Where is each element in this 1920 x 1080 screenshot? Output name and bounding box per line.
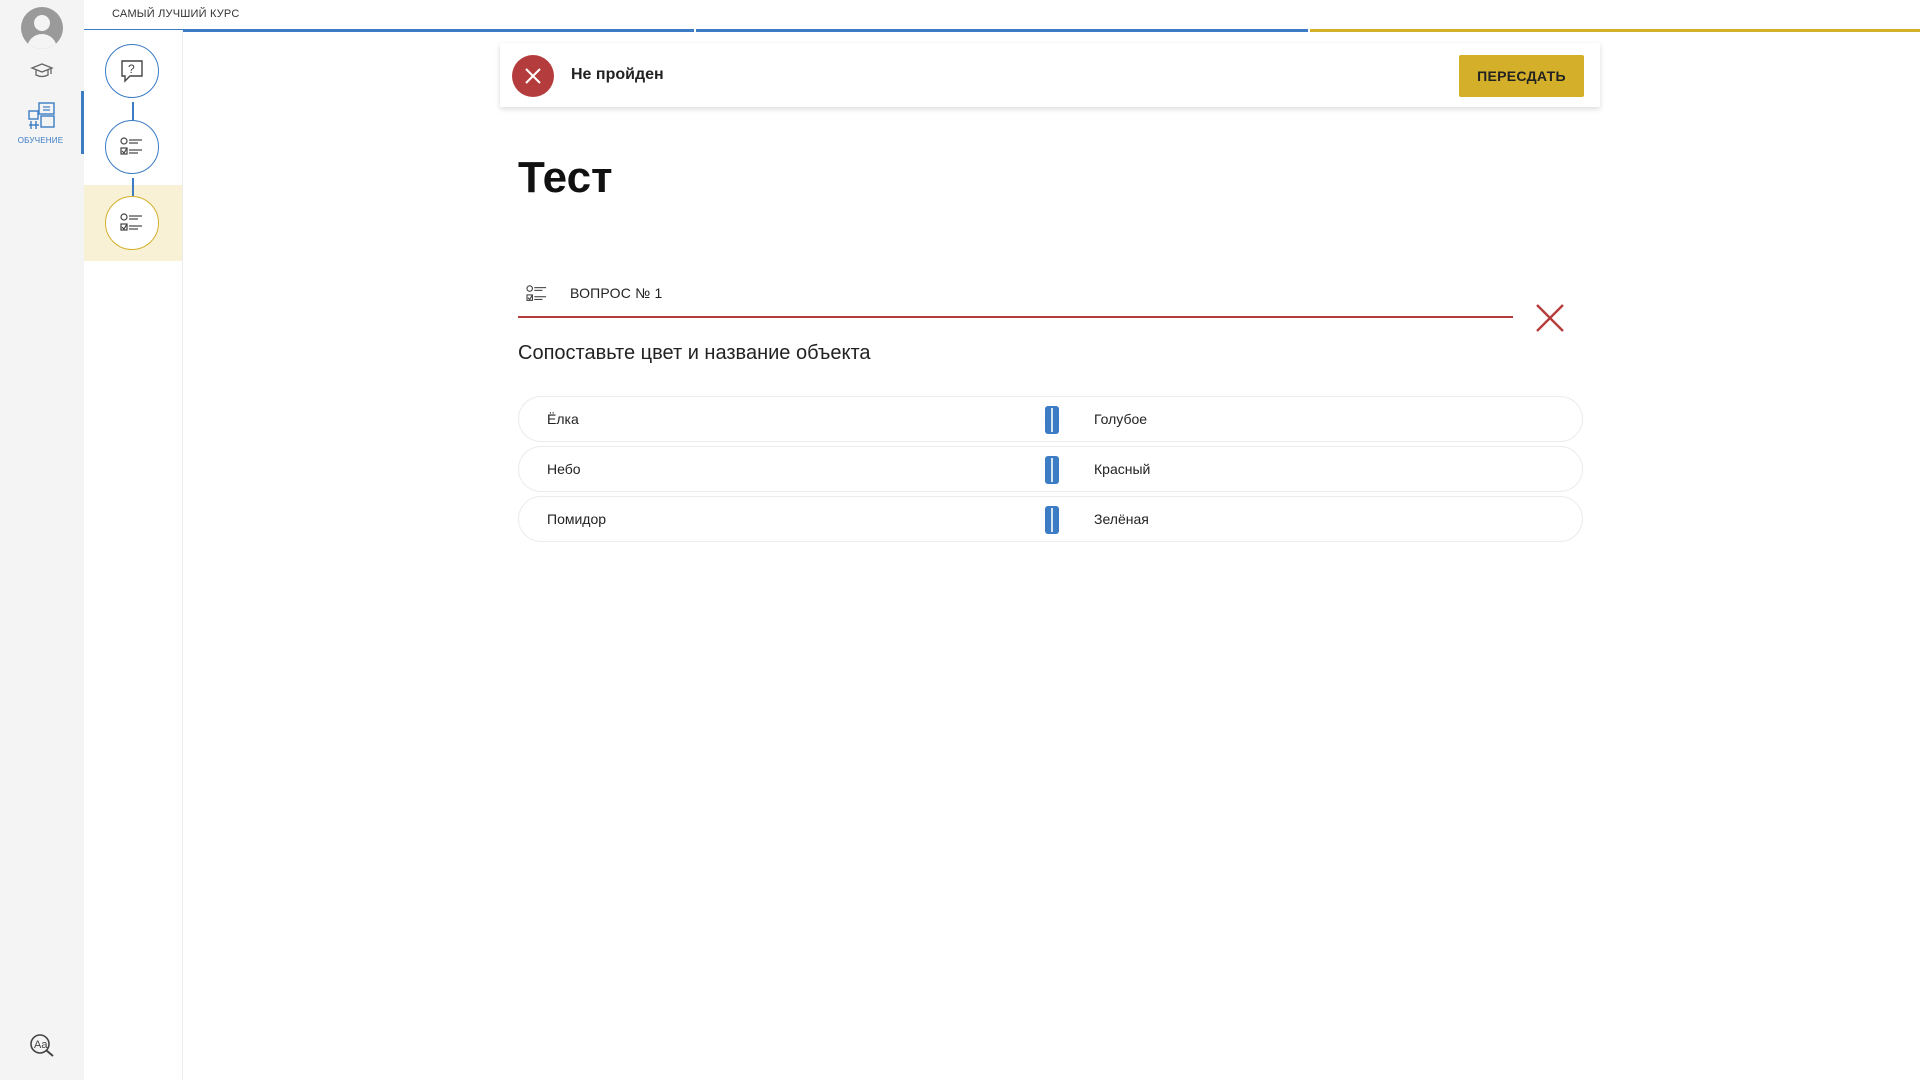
progress-segment-3 xyxy=(1310,29,1920,32)
lesson-steps-panel: ? xyxy=(84,30,183,1080)
question-number: ВОПРОС № 1 xyxy=(570,285,663,301)
drag-handle[interactable] xyxy=(1045,506,1059,534)
learning-icon xyxy=(28,102,55,129)
step-test-1[interactable] xyxy=(105,120,159,174)
match-right-item[interactable]: Красный xyxy=(1094,461,1150,477)
match-left-item: Ёлка xyxy=(547,411,579,427)
match-left-item: Небо xyxy=(547,461,581,477)
svg-text:Aa: Aa xyxy=(34,1039,48,1051)
match-pair-row: Ёлка Голубое xyxy=(518,396,1583,442)
question-text: Сопоставьте цвет и название объекта xyxy=(518,342,871,364)
question-bubble-icon: ? xyxy=(121,60,143,83)
course-progress-bar xyxy=(84,29,1920,32)
user-avatar-icon[interactable] xyxy=(21,7,63,49)
accessibility-font-icon[interactable]: Aa xyxy=(29,1033,55,1057)
match-right-item[interactable]: Зелёная xyxy=(1094,511,1149,527)
checklist-icon xyxy=(526,285,547,301)
svg-text:?: ? xyxy=(128,62,135,76)
step-connector xyxy=(132,178,134,196)
left-nav-rail: ОБУЧЕНИЕ Aa xyxy=(0,0,84,1080)
status-text: Не пройден xyxy=(571,66,664,83)
checklist-icon xyxy=(120,137,142,155)
nav-learning[interactable]: ОБУЧЕНИЕ xyxy=(0,91,84,154)
progress-segment-2 xyxy=(696,29,1308,32)
wrong-answer-icon xyxy=(1536,304,1564,332)
graduation-cap-icon[interactable] xyxy=(30,62,54,80)
checklist-icon xyxy=(120,213,142,231)
step-question[interactable]: ? xyxy=(105,44,159,98)
page-title: Тест xyxy=(518,153,613,202)
test-status-banner: Не пройден ПЕРЕСДАТЬ xyxy=(500,43,1600,107)
match-right-item[interactable]: Голубое xyxy=(1094,411,1147,427)
drag-handle[interactable] xyxy=(1045,456,1059,484)
course-title[interactable]: САМЫЙ ЛУЧШИЙ КУРС xyxy=(112,8,239,20)
retake-button[interactable]: ПЕРЕСДАТЬ xyxy=(1459,55,1584,97)
close-x-icon xyxy=(525,68,541,84)
nav-learning-label: ОБУЧЕНИЕ xyxy=(17,136,64,145)
drag-handle[interactable] xyxy=(1045,406,1059,434)
step-test-2-current[interactable] xyxy=(105,196,159,250)
step-connector xyxy=(132,102,134,120)
match-pair-row: Небо Красный xyxy=(518,446,1583,492)
question-header: ВОПРОС № 1 xyxy=(518,276,1513,318)
failed-status-icon xyxy=(512,55,554,97)
match-left-item: Помидор xyxy=(547,511,607,527)
match-pair-row: Помидор Зелёная xyxy=(518,496,1583,542)
